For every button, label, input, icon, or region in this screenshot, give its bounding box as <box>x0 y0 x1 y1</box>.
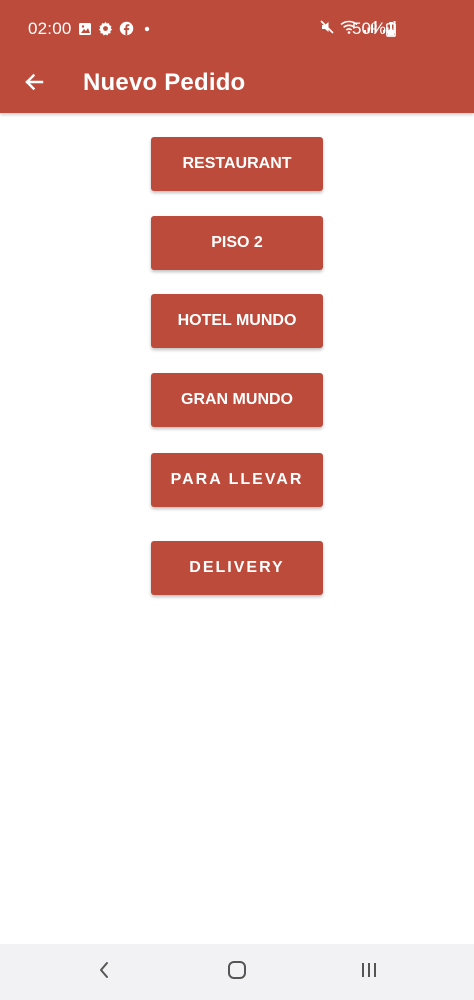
nav-recents-button[interactable] <box>354 958 384 986</box>
battery-percentage: 50% <box>352 19 387 38</box>
mute-icon <box>319 19 335 40</box>
back-icon <box>97 960 111 985</box>
gran-mundo-button[interactable]: GRAN MUNDO <box>151 373 323 427</box>
page-title: Nuevo Pedido <box>83 69 246 96</box>
image-icon <box>78 22 92 41</box>
app-bar: Nuevo Pedido <box>0 58 474 113</box>
hotel-mundo-button[interactable]: HOTEL MUNDO <box>151 294 323 348</box>
back-button[interactable] <box>14 64 54 104</box>
dot-icon <box>140 22 154 41</box>
facebook-icon <box>119 21 134 41</box>
status-time: 02:00 <box>28 19 72 38</box>
recents-icon <box>359 960 379 985</box>
para-llevar-button[interactable]: PARA LLEVAR <box>151 453 323 507</box>
gear-icon <box>98 21 113 41</box>
arrow-left-icon <box>23 71 45 98</box>
status-bar: 02:00 50% <box>0 0 474 58</box>
delivery-button[interactable]: DELIVERY <box>151 541 323 595</box>
status-left-icons <box>78 21 154 41</box>
home-icon <box>226 959 248 986</box>
piso-2-button[interactable]: PISO 2 <box>151 216 323 270</box>
screen: 02:00 50% Nuevo Pedido RESTAURANT PISO 2… <box>0 0 474 1000</box>
nav-back-button[interactable] <box>89 958 119 986</box>
nav-home-button[interactable] <box>222 958 252 986</box>
system-nav-bar <box>0 944 474 1000</box>
restaurant-button[interactable]: RESTAURANT <box>151 137 323 191</box>
battery-charging-icon <box>386 22 396 42</box>
